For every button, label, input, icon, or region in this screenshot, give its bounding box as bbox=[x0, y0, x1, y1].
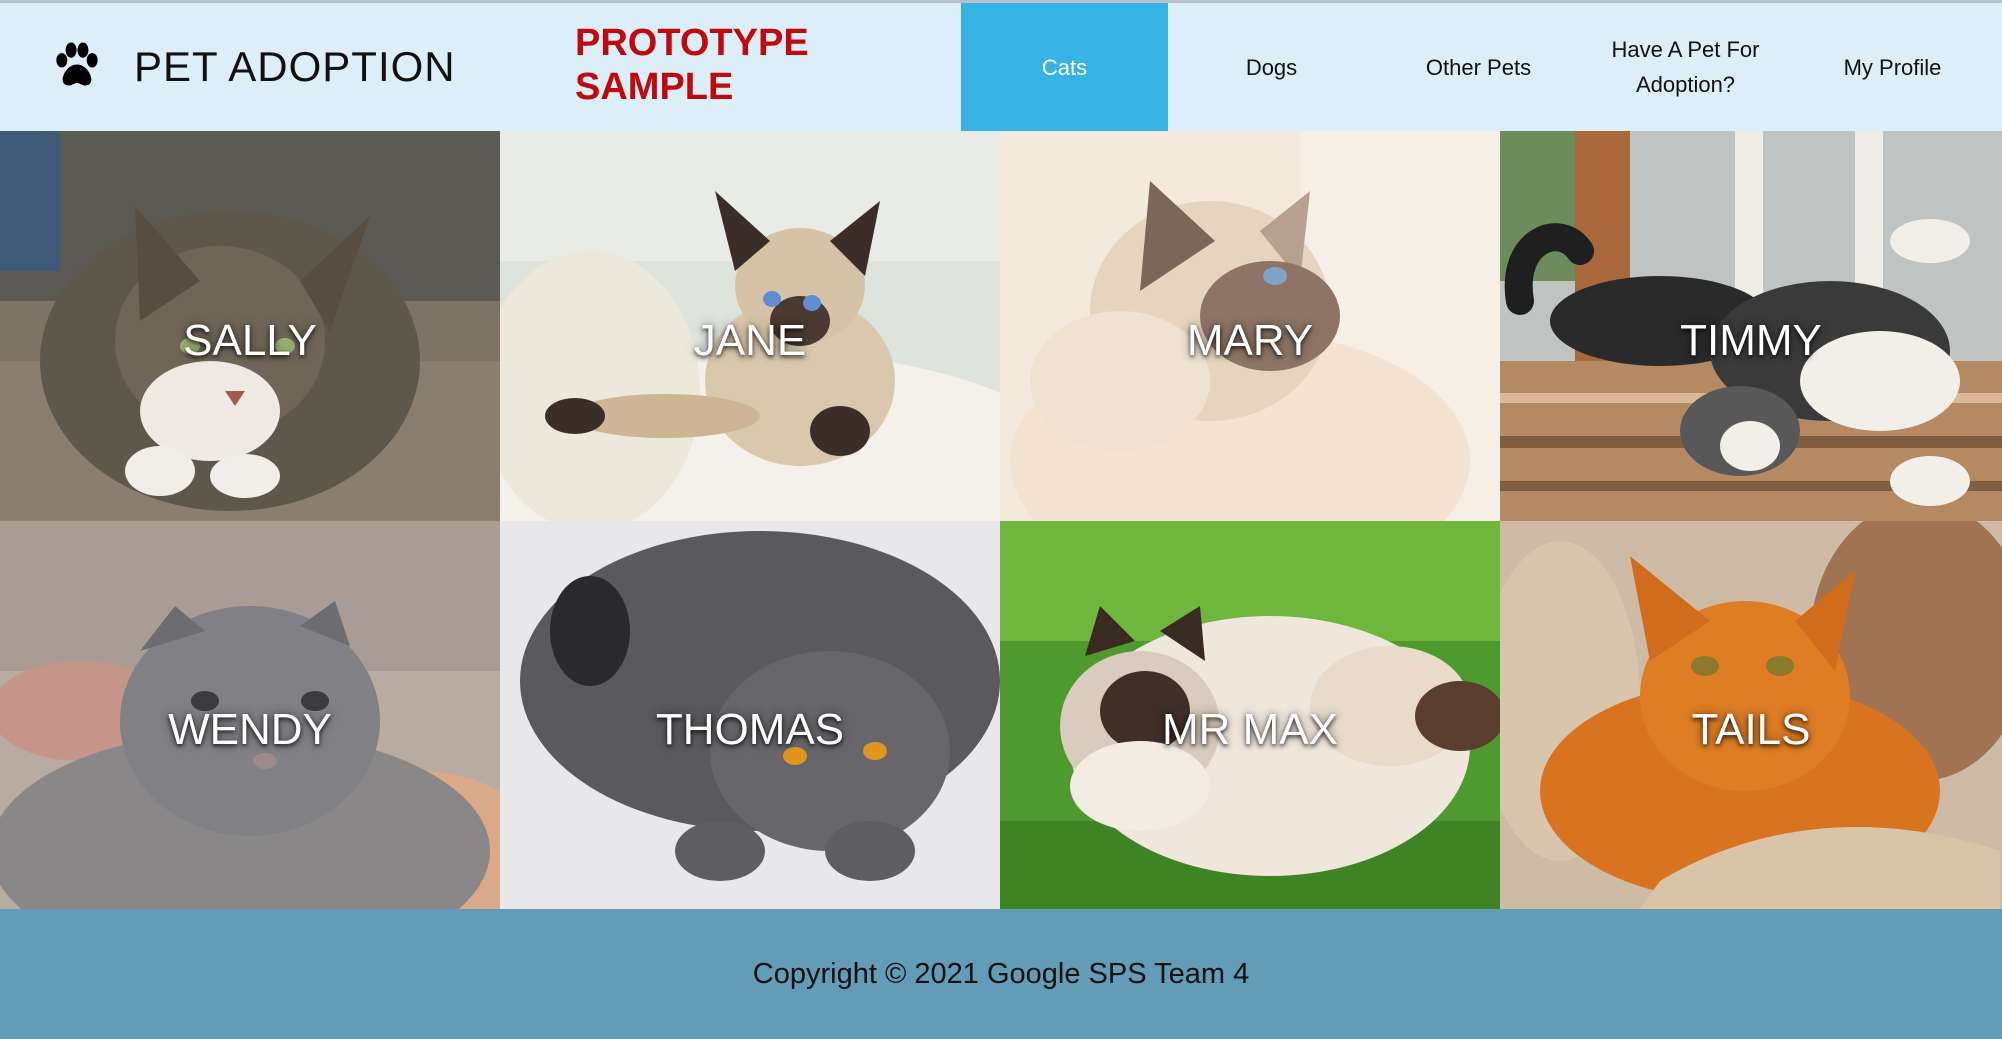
nav-have-a-pet-for-adoption[interactable]: Have A Pet For Adoption? bbox=[1582, 3, 1789, 131]
pet-card-sally[interactable]: SALLY bbox=[0, 131, 500, 521]
pet-card-jane[interactable]: JANE bbox=[500, 131, 1000, 521]
top-header: PET ADOPTION PROTOTYPE SAMPLE Cats Dogs … bbox=[0, 0, 2002, 131]
pet-name: THOMAS bbox=[655, 705, 845, 754]
nav-my-profile[interactable]: My Profile bbox=[1789, 3, 1996, 131]
pet-adoption-page: PET ADOPTION PROTOTYPE SAMPLE Cats Dogs … bbox=[0, 0, 2002, 1039]
pet-name: WENDY bbox=[168, 705, 332, 754]
pet-card-timmy[interactable]: TIMMY bbox=[1500, 131, 2002, 521]
prototype-badge: PROTOTYPE SAMPLE bbox=[575, 21, 835, 109]
pet-name: JANE bbox=[693, 316, 807, 365]
pet-gallery: SALLY JANE MARY TIMMY WENDY THOMAS MR MA… bbox=[0, 131, 2002, 909]
paw-icon bbox=[56, 42, 98, 86]
pet-card-thomas[interactable]: THOMAS bbox=[500, 521, 1000, 909]
nav-have-a-pet-label: Have A Pet For Adoption? bbox=[1611, 37, 1760, 97]
pet-card-mr-max[interactable]: MR MAX bbox=[1000, 521, 1500, 909]
prototype-badge-line2: SAMPLE bbox=[575, 66, 734, 108]
pet-card-wendy[interactable]: WENDY bbox=[0, 521, 500, 909]
pet-name: MARY bbox=[1186, 316, 1314, 365]
pet-name: TIMMY bbox=[1680, 316, 1822, 365]
copyright-text: Copyright © 2021 Google SPS Team 4 bbox=[752, 957, 1250, 990]
nav-dogs[interactable]: Dogs bbox=[1168, 3, 1375, 131]
pet-name: TAILS bbox=[1691, 705, 1811, 754]
site-title: PET ADOPTION bbox=[134, 43, 456, 90]
page-footer: Copyright © 2021 Google SPS Team 4 bbox=[0, 909, 2002, 1039]
pet-card-tails[interactable]: TAILS bbox=[1500, 521, 2002, 909]
brand[interactable]: PET ADOPTION bbox=[50, 3, 456, 131]
main-nav: Cats Dogs Other Pets Have A Pet For Adop… bbox=[961, 3, 1996, 131]
nav-other-pets[interactable]: Other Pets bbox=[1375, 3, 1582, 131]
nav-cats[interactable]: Cats bbox=[961, 3, 1168, 131]
prototype-badge-line1: PROTOTYPE bbox=[575, 22, 809, 64]
pet-name: MR MAX bbox=[1162, 705, 1338, 754]
pet-card-mary[interactable]: MARY bbox=[1000, 131, 1500, 521]
pet-name: SALLY bbox=[183, 316, 317, 365]
